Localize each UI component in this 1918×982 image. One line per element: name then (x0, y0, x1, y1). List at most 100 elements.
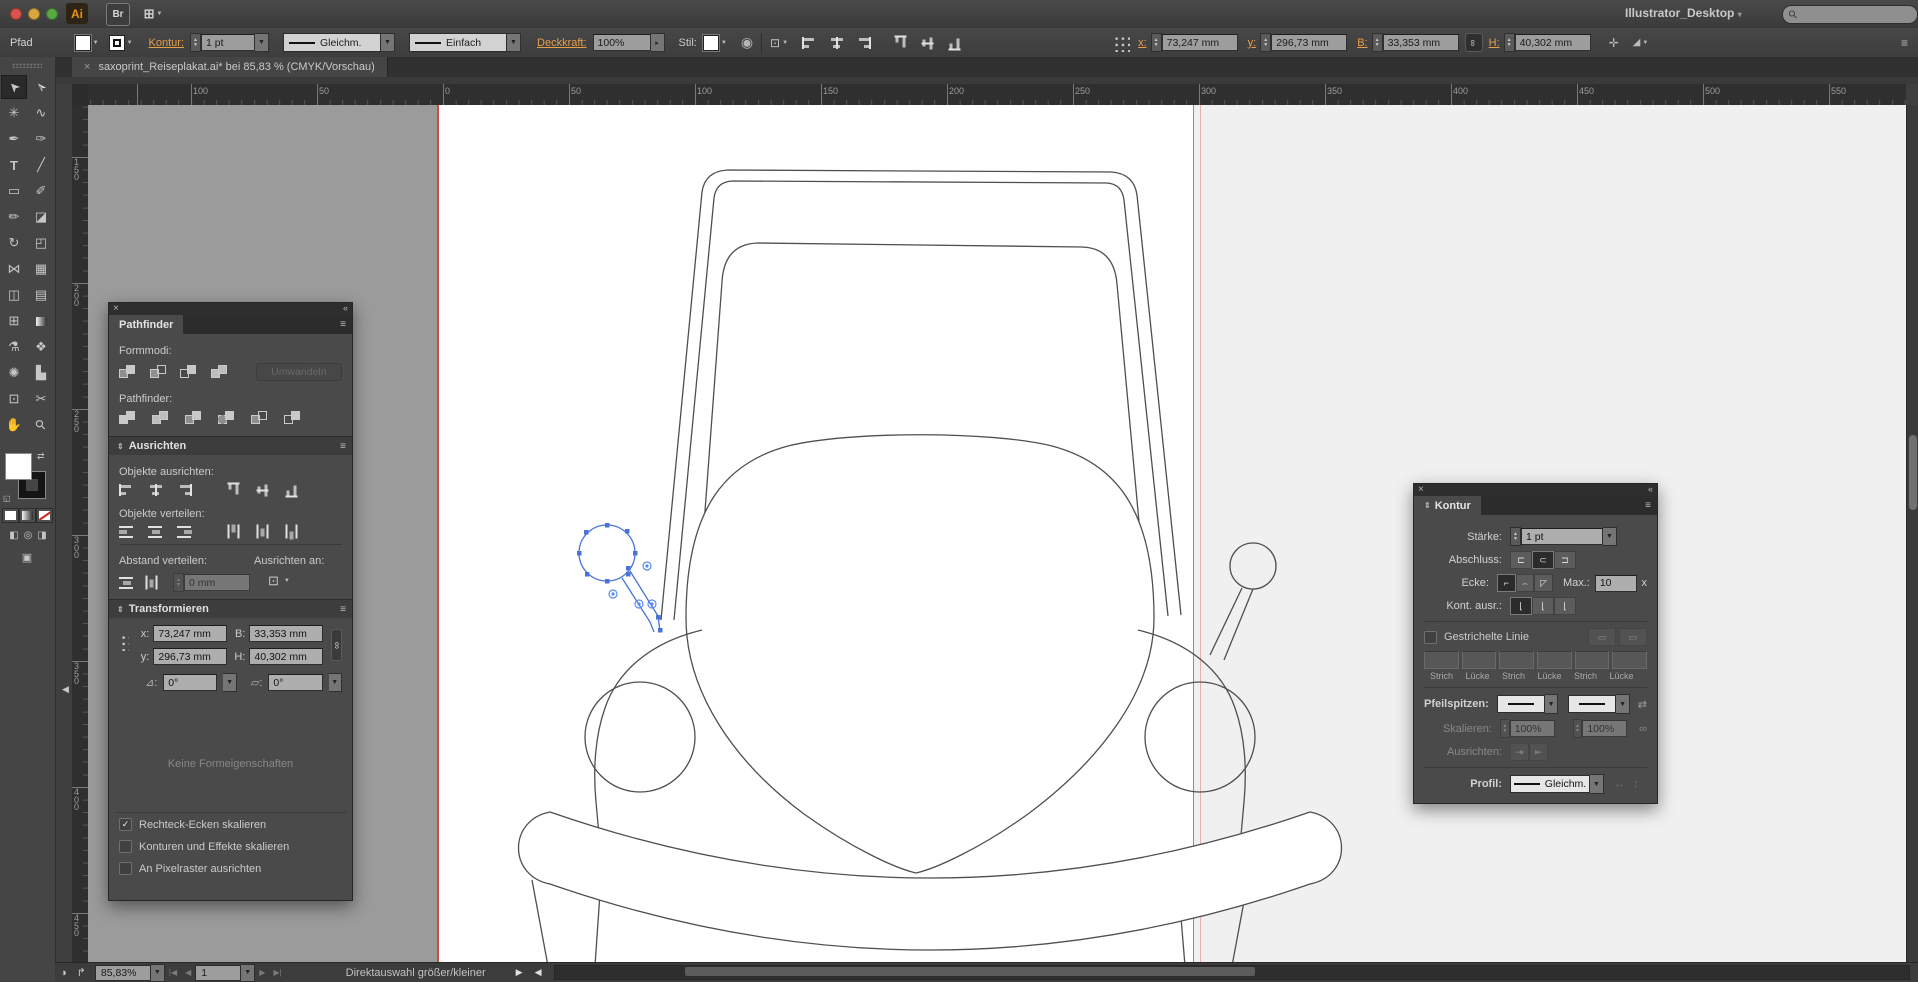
transform-again-icon[interactable]: ✛ (1609, 36, 1619, 50)
pencil-tool[interactable]: ✏ (1, 205, 27, 229)
flip-along-icon[interactable]: ↔ (1614, 778, 1625, 790)
scale-start-field[interactable]: 100% (1510, 720, 1555, 737)
panel-menu-icon[interactable]: ≡ (340, 604, 346, 615)
share-icon[interactable]: ↱ (77, 966, 86, 979)
trim-button[interactable] (152, 411, 169, 425)
hand-tool[interactable]: ✋ (1, 413, 27, 437)
reference-point-locator[interactable] (1112, 34, 1130, 52)
align-left-button[interactable] (119, 484, 134, 496)
close-icon[interactable]: × (1418, 484, 1424, 495)
swap-fill-stroke-icon[interactable]: ⇄ (37, 451, 45, 462)
brush-definition-combo[interactable]: Einfach (409, 33, 507, 52)
miter-limit-field[interactable]: 10 (1595, 575, 1637, 592)
gap-field-1[interactable] (1462, 651, 1497, 669)
collapse-icon[interactable]: « (343, 303, 348, 314)
recolor-artwork-icon[interactable]: ◉ (741, 34, 753, 51)
width-field[interactable]: 33,353 mm (1383, 34, 1459, 51)
mesh-tool[interactable]: ⊞ (1, 309, 27, 333)
tab-align[interactable]: Ausrichten (129, 440, 186, 452)
search-input[interactable]: ⚲ (1782, 5, 1918, 24)
previous-artboard-button[interactable]: ◀ (185, 968, 191, 977)
width-tool[interactable]: ⋈ (1, 257, 27, 281)
selection-tool[interactable]: ➤ (1, 75, 27, 99)
chevron-down-icon[interactable]: ▼ (93, 40, 99, 46)
exclude-button[interactable] (211, 365, 227, 379)
round-cap-button[interactable]: ⊂ (1532, 551, 1554, 569)
gradient-tool[interactable] (28, 309, 54, 333)
chevron-down-icon[interactable]: ▼ (1642, 40, 1648, 46)
arrowhead-start-combo[interactable] (1497, 695, 1545, 713)
magic-wand-tool[interactable]: ✳ (1, 101, 27, 125)
align-vcenter-button[interactable] (257, 483, 269, 498)
control-panel-menu-icon[interactable]: ≡ (1901, 36, 1908, 50)
transform-width-field[interactable]: 33,353 mm (249, 625, 323, 642)
distribute-top-button[interactable] (119, 526, 134, 538)
weight-stepper[interactable]: ▲▼ (1510, 527, 1521, 546)
arrowhead-end-combo[interactable] (1568, 695, 1616, 713)
outline-button[interactable] (251, 411, 268, 425)
rotate-tool[interactable]: ↻ (1, 231, 27, 255)
brush-dropdown[interactable]: ▼ (507, 33, 521, 52)
stroke-color-swatch[interactable] (109, 35, 125, 51)
align-to-selection-icon[interactable]: ⊡ (770, 36, 780, 50)
eyedropper-tool[interactable]: ⚗ (1, 335, 27, 359)
align-top-button[interactable] (895, 35, 907, 50)
miter-join-button[interactable]: ⌐ (1497, 574, 1516, 592)
scroll-left-arrow-icon[interactable]: ◀ (535, 967, 542, 978)
checkbox-unchecked[interactable] (119, 862, 132, 875)
y-field[interactable]: 296,73 mm (1271, 34, 1347, 51)
opacity-field[interactable]: 100% (593, 34, 651, 51)
artboard-tool[interactable]: ⊡ (1, 387, 27, 411)
dashed-line-checkbox[interactable] (1424, 631, 1437, 644)
align-top-button[interactable] (228, 483, 240, 498)
lasso-tool[interactable]: ∿ (28, 101, 54, 125)
expand-button[interactable]: Umwandeln (256, 363, 342, 381)
dash-field-1[interactable] (1424, 651, 1459, 669)
window-zoom-button[interactable] (46, 8, 58, 20)
constrain-proportions-button[interactable]: ∞ (331, 629, 342, 661)
height-label[interactable]: H: (1489, 37, 1500, 49)
align-middle-button[interactable] (922, 35, 934, 50)
none-button[interactable] (36, 508, 53, 523)
transform-panel-header[interactable]: ⇕ Transformieren ≡ (109, 599, 352, 618)
vertical-spacing-button[interactable] (119, 577, 134, 589)
shear-icon[interactable]: ◢ (1633, 37, 1641, 48)
minus-front-button[interactable] (150, 365, 166, 379)
horizontal-scrollbar-thumb[interactable] (685, 967, 1255, 976)
chevron-down-icon[interactable]: ▼ (782, 40, 788, 46)
workspace-grid-icon[interactable]: ⊞▼ (142, 3, 164, 24)
panel-menu-icon[interactable]: ≡ (1645, 500, 1651, 511)
x-stepper[interactable]: ▲▼ (1151, 33, 1162, 52)
ruler-corner[interactable] (72, 84, 89, 106)
width-profile-combo[interactable]: Gleichm. (1510, 775, 1590, 793)
align-panel-header[interactable]: ⇕ Ausrichten ≡ (109, 436, 352, 455)
height-stepper[interactable]: ▲▼ (1504, 33, 1515, 52)
slice-tool[interactable]: ✂ (28, 387, 54, 411)
swap-arrowheads-icon[interactable]: ⇄ (1638, 698, 1647, 711)
dash-field-2[interactable] (1499, 651, 1534, 669)
arrow-align-tip-button[interactable]: ⇥ (1510, 743, 1529, 761)
eraser-tool[interactable]: ◪ (28, 205, 54, 229)
gap-field-3[interactable] (1612, 651, 1647, 669)
align-bottom-button[interactable] (286, 483, 298, 498)
flip-across-icon[interactable]: ↕ (1633, 778, 1639, 790)
window-close-button[interactable] (10, 8, 22, 20)
align-center-button[interactable] (829, 37, 844, 49)
artboard-dropdown[interactable]: ▼ (241, 964, 255, 982)
default-fill-stroke-icon[interactable]: ◱ (3, 494, 11, 503)
shape-builder-tool[interactable]: ◫ (1, 283, 27, 307)
unite-button[interactable] (119, 365, 135, 379)
round-join-button[interactable]: ⌢ (1516, 574, 1535, 592)
divide-button[interactable] (119, 411, 136, 425)
panel-menu-icon[interactable]: ≡ (340, 319, 346, 330)
align-dashes-button[interactable]: ▭ (1619, 628, 1647, 646)
stroke-weight-field[interactable]: 1 pt (201, 34, 255, 51)
tab-pathfinder[interactable]: Pathfinder (109, 315, 183, 334)
constrain-proportions-button[interactable]: ∞ (1465, 33, 1483, 52)
screen-mode-button[interactable]: ▣ (14, 549, 40, 565)
free-transform-tool[interactable]: ▦ (28, 257, 54, 281)
align-hcenter-button[interactable] (148, 484, 163, 496)
panel-menu-icon[interactable]: ≡ (340, 441, 346, 452)
panel-titlebar[interactable]: × « (1414, 484, 1657, 496)
draw-inside-mode-button[interactable]: ◨ (29, 527, 55, 543)
